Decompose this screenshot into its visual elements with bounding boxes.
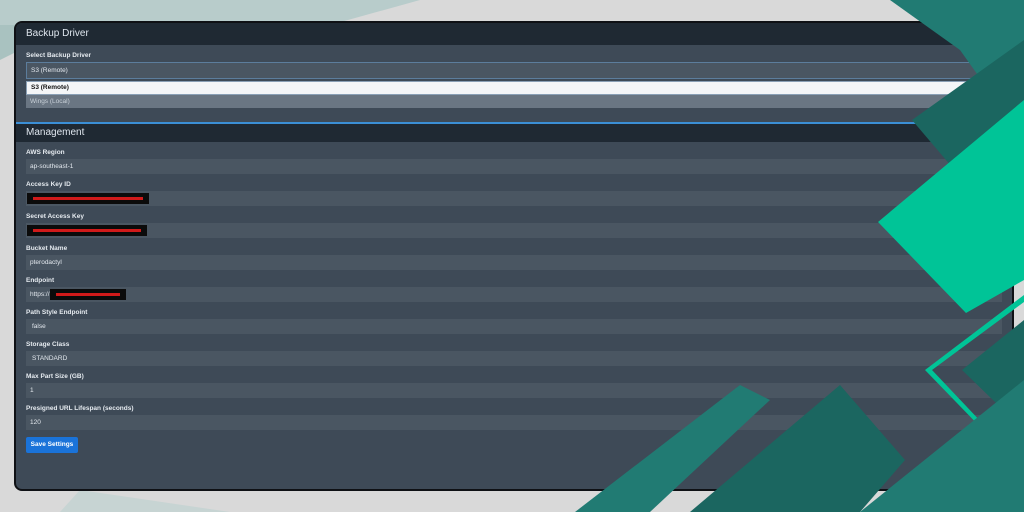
redaction-mark <box>27 225 147 236</box>
secret-access-key-label: Secret Access Key <box>26 213 84 220</box>
secret-access-key-input[interactable] <box>26 223 1002 238</box>
aws-region-input[interactable]: ap-southeast-1 <box>26 159 1002 174</box>
redaction-mark <box>27 193 149 204</box>
endpoint-value: https:// <box>30 291 50 298</box>
backup-driver-select[interactable]: S3 (Remote) <box>26 62 1002 79</box>
bucket-name-label: Bucket Name <box>26 245 68 252</box>
max-part-size-label: Max Part Size (GB) <box>26 373 84 380</box>
endpoint-label: Endpoint <box>26 277 55 284</box>
max-part-size-input[interactable]: 1 <box>26 383 1002 398</box>
storage-class-label: Storage Class <box>26 341 70 348</box>
access-key-id-label: Access Key ID <box>26 181 71 188</box>
presigned-url-lifespan-label: Presigned URL Lifespan (seconds) <box>26 405 134 412</box>
bucket-name-input[interactable]: pterodactyl <box>26 255 1002 270</box>
endpoint-input[interactable]: https:// <box>26 287 1002 302</box>
backup-settings-window: Backup Driver Select Backup Driver S3 (R… <box>14 21 1014 491</box>
dropdown-option-wings[interactable]: Wings (Local) <box>26 95 1002 108</box>
dropdown-option-s3[interactable]: S3 (Remote) <box>26 81 1002 95</box>
backup-driver-header: Backup Driver <box>16 23 1012 45</box>
path-style-endpoint-select[interactable]: false <box>26 319 1002 334</box>
backup-driver-section: Select Backup Driver S3 (Remote) S3 (Rem… <box>16 45 1012 108</box>
path-style-endpoint-label: Path Style Endpoint <box>26 309 88 316</box>
redaction-mark <box>50 289 126 300</box>
save-settings-button[interactable]: Save Settings <box>26 437 78 453</box>
select-backup-driver-label: Select Backup Driver <box>26 52 92 59</box>
aws-region-label: AWS Region <box>26 149 65 156</box>
storage-class-select[interactable]: STANDARD <box>26 351 1002 366</box>
access-key-id-input[interactable] <box>26 191 1002 206</box>
presigned-url-lifespan-input[interactable]: 120 <box>26 415 1002 430</box>
management-section: AWS Region ap-southeast-1 Access Key ID … <box>16 142 1012 453</box>
management-header: Management <box>16 124 1012 142</box>
backup-driver-dropdown: S3 (Remote) Wings (Local) <box>26 81 1002 108</box>
